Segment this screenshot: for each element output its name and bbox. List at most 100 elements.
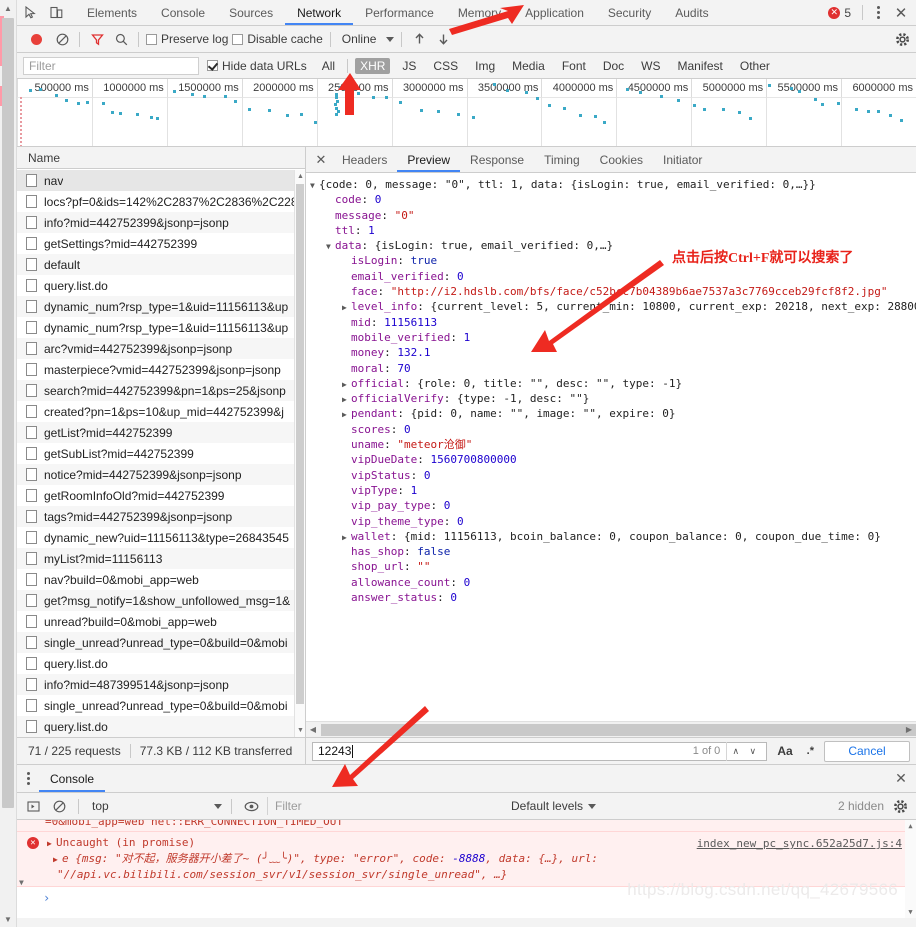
json-line[interactable]: has_shop: false [310,544,916,559]
console-scrollbar[interactable]: ▲ ▼ [905,820,916,918]
page-scrollbar[interactable]: ▲ ▼ [0,0,17,927]
device-toolbar-icon[interactable] [43,1,69,25]
json-preview-tree[interactable]: {code: 0, message: "0", ttl: 1, data: {i… [306,173,916,715]
console-message-area[interactable]: =0&mobi_app=web net::ERR_CONNECTION_TIME… [17,820,916,918]
export-har-icon[interactable] [433,29,453,49]
tab-timing[interactable]: Timing [534,148,590,172]
json-line[interactable]: message: "0" [310,208,916,223]
tab-console[interactable]: Console [149,1,217,25]
drawer-collapse-arrow[interactable]: ▼ [19,878,24,887]
request-row[interactable]: search?mid=442752399&pn=1&ps=25&jsonp [17,380,305,401]
json-line[interactable]: moral: 70 [310,361,916,376]
console-clipped-message[interactable]: =0&mobi_app=web net::ERR_CONNECTION_TIME… [17,820,916,832]
json-line[interactable]: money: 132.1 [310,345,916,360]
throttling-select[interactable]: Online [338,32,395,46]
filter-type-manifest[interactable]: Manifest [673,58,728,74]
import-har-icon[interactable] [409,29,429,49]
scroll-up-arrow[interactable]: ▲ [295,170,306,183]
request-row[interactable]: notice?mid=442752399&jsonp=jsonp [17,464,305,485]
filter-type-doc[interactable]: Doc [598,58,629,74]
filter-type-other[interactable]: Other [735,58,775,74]
json-line[interactable]: vip_theme_type: 0 [310,514,916,529]
clear-icon[interactable] [52,29,72,49]
error-source-link[interactable]: index_new_pc_sync.652a25d7.js:4 [697,837,902,850]
match-case-button[interactable]: Aa [773,744,796,758]
request-row[interactable]: dynamic_num?rsp_type=1&uid=11156113&up [17,296,305,317]
json-line[interactable]: mid: 11156113 [310,315,916,330]
collapse-triangle-icon[interactable] [310,178,319,193]
request-row[interactable]: masterpiece?vmid=442752399&jsonp=jsonp [17,359,305,380]
console-error-message[interactable]: ✕ ▶ Uncaught (in promise) ▶ e {msg: "对不起，服… [17,832,916,887]
chevron-up-icon[interactable]: ∧ [727,742,744,760]
json-line[interactable]: data: {isLogin: true, email_verified: 0,… [310,238,916,253]
request-row[interactable]: arc?vmid=442752399&jsonp=jsonp [17,338,305,359]
request-row[interactable]: nav?build=0&mobi_app=web [17,569,305,590]
preserve-log-checkbox[interactable]: Preserve log [146,32,228,46]
execute-context-icon[interactable] [23,796,43,816]
console-prompt[interactable]: › [17,887,916,909]
search-icon[interactable] [111,29,131,49]
regex-button[interactable]: .* [803,745,818,757]
expand-triangle-icon[interactable] [342,530,351,545]
request-row[interactable]: unread?build=0&mobi_app=web [17,611,305,632]
request-row[interactable]: query.list.do [17,275,305,296]
json-line[interactable]: isLogin: true [310,253,916,268]
request-row[interactable]: default [17,254,305,275]
json-line[interactable]: shop_url: "" [310,559,916,574]
request-row[interactable]: dynamic_num?rsp_type=1&uid=11156113&up [17,317,305,338]
scrollbar-thumb[interactable] [2,18,14,808]
scroll-up-arrow[interactable]: ▲ [0,0,16,16]
filter-type-xhr[interactable]: XHR [355,57,391,74]
cursor-inspect-icon[interactable] [17,1,43,25]
scroll-down-arrow[interactable]: ▼ [905,906,916,918]
json-line[interactable]: answer_status: 0 [310,590,916,605]
request-row[interactable]: info?mid=442752399&jsonp=jsonp [17,212,305,233]
find-input[interactable]: 12243 1 of 0 ∧ ∨ [312,741,768,761]
request-row[interactable]: getSubList?mid=442752399 [17,443,305,464]
close-icon[interactable]: ✕ [310,148,332,172]
json-line[interactable]: officialVerify: {type: -1, desc: ""} [310,391,916,406]
scroll-left-arrow[interactable]: ◀ [306,722,320,737]
drawer-tab-console[interactable]: Console [39,766,105,792]
scroll-up-arrow[interactable]: ▲ [905,820,916,832]
request-row[interactable]: nav [17,170,305,191]
request-row[interactable]: dynamic_new?uid=11156113&type=26843545 [17,527,305,548]
filter-type-js[interactable]: JS [397,58,421,74]
record-button[interactable] [31,33,42,45]
filter-type-media[interactable]: Media [507,58,550,74]
json-line[interactable]: vipType: 1 [310,483,916,498]
request-row[interactable]: tags?mid=442752399&jsonp=jsonp [17,506,305,527]
tab-response[interactable]: Response [460,148,534,172]
json-line[interactable]: uname: "meteor沧御" [310,437,916,452]
filter-funnel-icon[interactable] [87,29,107,49]
disable-cache-checkbox[interactable]: Disable cache [232,32,323,46]
json-line[interactable]: pendant: {pid: 0, name: "", image: "", e… [310,406,916,421]
tab-network[interactable]: Network [285,1,353,25]
json-line[interactable]: vipStatus: 0 [310,468,916,483]
kebab-menu-icon[interactable] [17,766,39,792]
json-line[interactable]: level_info: {current_level: 5, current_m… [310,299,916,314]
tab-initiator[interactable]: Initiator [653,148,712,172]
tab-headers[interactable]: Headers [332,148,397,172]
request-row[interactable]: locs?pf=0&ids=142%2C2837%2C2836%2C2287 [17,191,305,212]
json-line[interactable]: allowance_count: 0 [310,575,916,590]
request-row[interactable]: getList?mid=442752399 [17,422,305,443]
expand-triangle-icon[interactable] [342,407,351,422]
expand-triangle-icon[interactable]: ▶ [53,852,62,867]
scroll-right-arrow[interactable]: ▶ [902,722,916,737]
json-line[interactable]: vipDueDate: 1560700800000 [310,452,916,467]
request-row[interactable]: query.list.do [17,716,305,737]
filter-type-img[interactable]: Img [470,58,500,74]
tab-application[interactable]: Application [513,1,596,25]
tab-elements[interactable]: Elements [75,1,149,25]
request-row[interactable]: getSettings?mid=442752399 [17,233,305,254]
filter-type-css[interactable]: CSS [428,58,463,74]
request-row[interactable]: created?pn=1&ps=10&up_mid=442752399&j [17,401,305,422]
expand-triangle-icon[interactable] [342,300,351,315]
collapse-triangle-icon[interactable] [326,239,335,254]
filter-input[interactable]: Filter [23,56,199,75]
execution-context-select[interactable]: top [88,799,222,813]
console-filter-input[interactable]: Filter [267,797,465,815]
scroll-down-arrow[interactable]: ▼ [295,724,306,737]
filter-type-all[interactable]: All [317,58,340,74]
